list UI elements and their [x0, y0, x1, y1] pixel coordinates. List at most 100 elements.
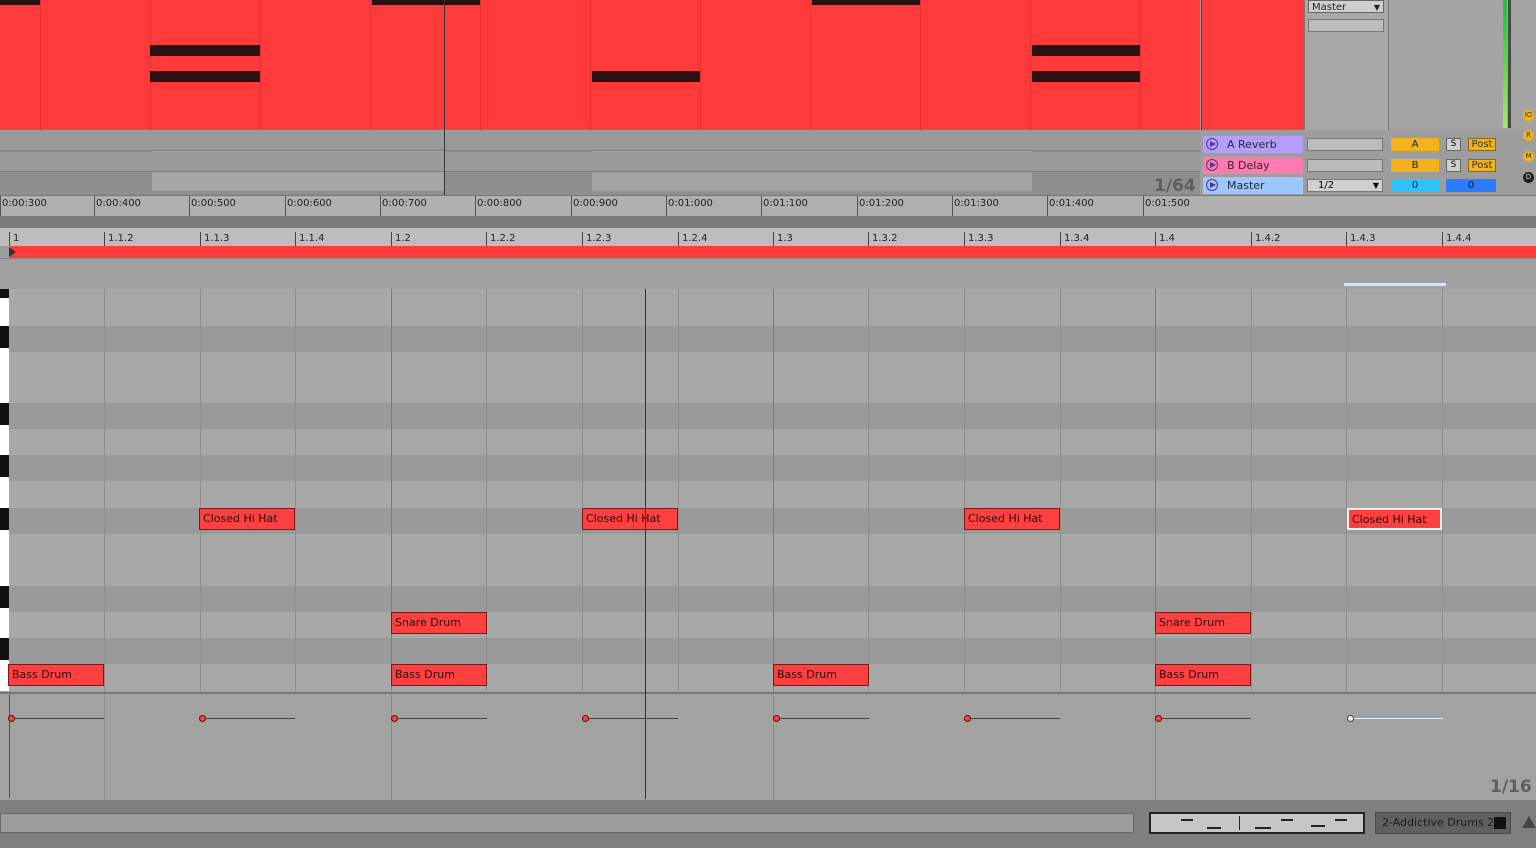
beat-tick: 1.1.4 [295, 232, 324, 246]
beat-tick: 1.1.2 [104, 232, 133, 246]
overview-note [592, 71, 700, 82]
note-bass-drum[interactable]: Bass Drum [773, 664, 869, 686]
overview-note [150, 71, 260, 82]
time-tick: 0:00:300 [0, 196, 47, 216]
send-b-button[interactable]: B [1391, 159, 1439, 172]
note-closed-hi-hat-selected[interactable]: Closed Hi Hat [1347, 508, 1442, 530]
overview-note [812, 0, 920, 5]
master-volume-field[interactable]: 0 [1446, 179, 1496, 192]
black-key[interactable] [0, 638, 9, 660]
note-bass-drum[interactable]: Bass Drum [8, 664, 104, 686]
post-button-a[interactable]: Post [1468, 138, 1496, 151]
velocity-scale [0, 694, 10, 798]
play-icon[interactable] [1206, 138, 1218, 150]
grid-zoom-label: 1/16 [1490, 777, 1532, 797]
delay-toggle-button[interactable]: D [1523, 172, 1534, 183]
playhead-overview [444, 0, 445, 195]
stop-square-icon[interactable] [1494, 817, 1506, 829]
solo-button-a[interactable]: S [1446, 138, 1461, 151]
velocity-handle[interactable] [773, 715, 780, 722]
black-key[interactable] [0, 289, 9, 298]
mixer-toggle-button[interactable]: M [1523, 151, 1534, 162]
velocity-handle[interactable] [8, 715, 15, 722]
play-icon[interactable] [1206, 159, 1218, 171]
beat-tick: 1.3.4 [1060, 232, 1089, 246]
track-name-tag[interactable]: 2-Addictive Drums 2 [1375, 812, 1511, 834]
piano-keyboard[interactable] [0, 289, 9, 691]
beat-tick: 1.3 [773, 232, 793, 246]
black-key[interactable] [0, 455, 9, 477]
output-select[interactable]: Master ▼ [1308, 0, 1384, 13]
note-closed-hi-hat[interactable]: Closed Hi Hat [582, 508, 678, 530]
send-a-button[interactable]: A [1391, 138, 1439, 151]
velocity-handle[interactable] [964, 715, 971, 722]
note-closed-hi-hat[interactable]: Closed Hi Hat [199, 508, 295, 530]
note-closed-hi-hat[interactable]: Closed Hi Hat [964, 508, 1060, 530]
play-icon[interactable] [1206, 179, 1218, 191]
playhead [645, 289, 646, 799]
clip-minimap[interactable] [1149, 812, 1365, 834]
velocity-handle[interactable] [199, 715, 206, 722]
returns-toggle-button[interactable]: R [1523, 130, 1534, 141]
master-track[interactable]: Master [1203, 177, 1303, 194]
track-name-label: 2-Addictive Drums 2 [1382, 816, 1495, 829]
solo-button-b[interactable]: S [1446, 159, 1461, 172]
overview-note [372, 0, 480, 5]
level-meter [1503, 0, 1507, 128]
master-channel-select[interactable]: 1/2 ▼ [1307, 179, 1383, 192]
note-snare-drum[interactable]: Snare Drum [1155, 612, 1251, 634]
time-ruler[interactable]: 0:00:300 0:00:400 0:00:500 0:00:600 0:00… [0, 195, 1536, 217]
horizontal-scrollbar[interactable] [0, 813, 1134, 833]
velocity-handle[interactable] [391, 715, 398, 722]
beat-tick: 1.2.4 [678, 232, 707, 246]
clip-overview[interactable] [0, 0, 1200, 130]
note-bass-drum[interactable]: Bass Drum [1155, 664, 1251, 686]
divider [0, 216, 1536, 228]
beat-tick: 1.2.2 [486, 232, 515, 246]
return-track-a[interactable]: A Reverb [1203, 136, 1303, 153]
beat-tick: 1.4 [1155, 232, 1175, 246]
time-tick: 0:00:600 [285, 196, 332, 216]
velocity-handle-selected[interactable] [1347, 715, 1354, 722]
velocity-handle[interactable] [1155, 715, 1162, 722]
beat-tick: 1.2 [391, 232, 411, 246]
beat-tick: 1.1.3 [200, 232, 229, 246]
fold-arrow-icon[interactable] [1518, 813, 1536, 833]
midi-note-grid[interactable] [9, 289, 1536, 691]
beat-tick: 1.4.3 [1346, 232, 1375, 246]
note-bass-drum[interactable]: Bass Drum [391, 664, 487, 686]
io-toggle-button[interactable]: IO [1523, 110, 1534, 121]
black-key[interactable] [0, 508, 9, 530]
beat-ruler[interactable]: 1 1.1.2 1.1.3 1.1.4 1.2 1.2.2 1.2.3 1.2.… [0, 228, 1536, 246]
meter-column: IO R M D [1388, 0, 1536, 183]
clip-overview-end [1201, 0, 1305, 130]
master-pan-field[interactable]: 0 [1391, 179, 1439, 192]
post-button-b[interactable]: Post [1468, 159, 1496, 172]
automation-lanes: 1/64 [0, 131, 1200, 196]
overview-note [1032, 71, 1140, 82]
io-panel: Master ▼ [1304, 0, 1389, 130]
overview-note [0, 0, 40, 5]
loop-start-marker[interactable] [9, 247, 16, 257]
overview-note [1032, 45, 1140, 56]
time-tick: 0:00:700 [380, 196, 427, 216]
velocity-lane[interactable]: 1/16 [0, 692, 1536, 802]
black-key[interactable] [0, 326, 9, 348]
overview-note [150, 45, 260, 56]
beat-tick: 1.4.4 [1442, 232, 1471, 246]
black-key[interactable] [0, 403, 9, 425]
output-channel-box[interactable] [1308, 19, 1384, 32]
time-tick: 0:00:500 [189, 196, 236, 216]
beat-tick: 1.3.2 [868, 232, 897, 246]
return-a-input-box[interactable] [1307, 138, 1383, 151]
return-b-input-box[interactable] [1307, 159, 1383, 172]
black-key[interactable] [0, 586, 9, 608]
clip-region-strip [0, 258, 1536, 289]
time-tick: 0:01:000 [666, 196, 713, 216]
loop-brace[interactable] [10, 246, 1536, 258]
return-track-b[interactable]: B Delay [1203, 157, 1303, 174]
note-snare-drum[interactable]: Snare Drum [391, 612, 487, 634]
loop-end-highlight [1344, 283, 1446, 286]
beat-tick: 1 [9, 232, 19, 246]
velocity-handle[interactable] [582, 715, 589, 722]
